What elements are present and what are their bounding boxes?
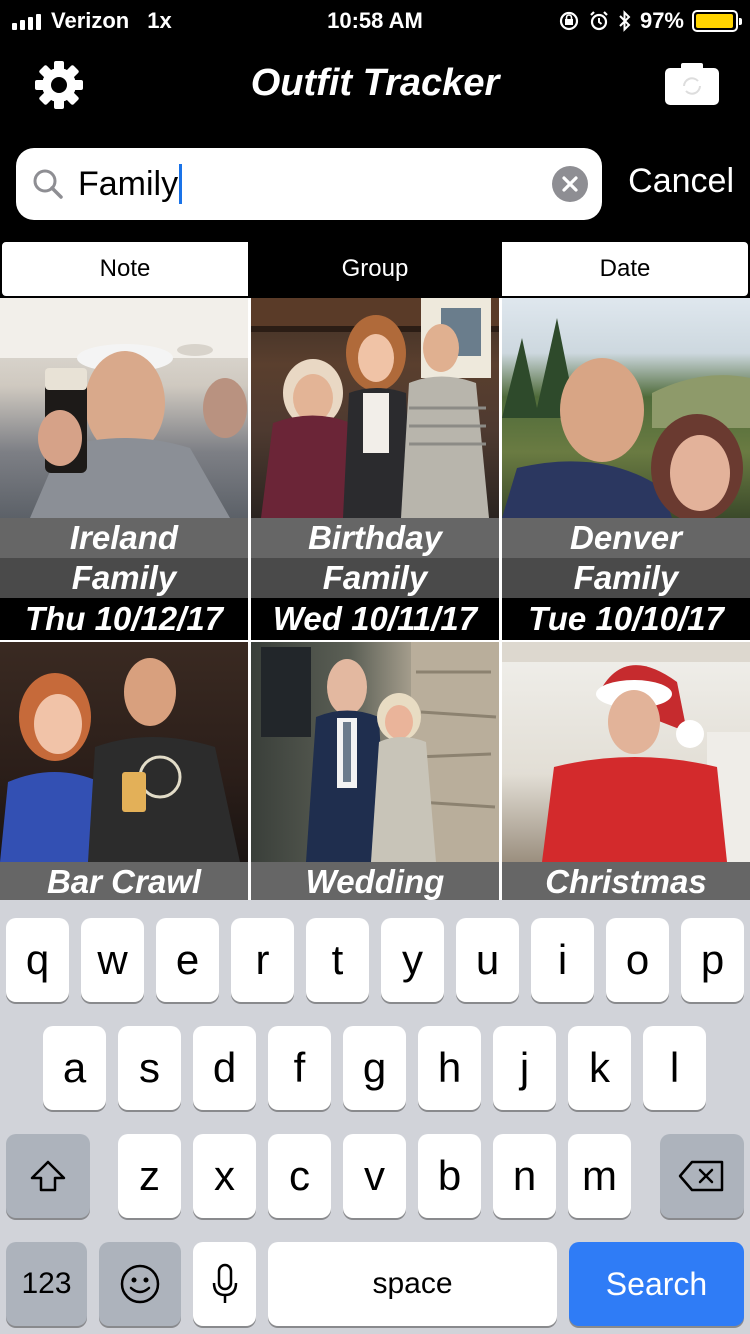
dictation-key[interactable] <box>193 1242 256 1326</box>
outfit-cell[interactable]: Birthday Family Wed 10/11/17 <box>251 298 499 640</box>
outfit-photo <box>502 298 750 518</box>
search-key[interactable]: Search <box>569 1242 744 1326</box>
battery-icon <box>692 10 742 32</box>
outfit-photo <box>0 642 248 862</box>
outfit-note: Christmas <box>502 862 750 900</box>
search-field[interactable]: Family <box>16 148 602 220</box>
search-input-value: Family <box>78 164 179 203</box>
key-h[interactable]: h <box>418 1026 481 1110</box>
alarm-icon <box>590 11 608 31</box>
key-e[interactable]: e <box>156 918 219 1002</box>
key-w[interactable]: w <box>81 918 144 1002</box>
outfit-date: Wed 10/11/17 <box>251 598 499 640</box>
key-c[interactable]: c <box>268 1134 331 1218</box>
outfit-cell[interactable]: Ireland Family Thu 10/12/17 <box>0 298 248 640</box>
outfit-group: Family <box>0 558 248 598</box>
key-y[interactable]: y <box>381 918 444 1002</box>
camera-icon[interactable] <box>664 62 720 106</box>
clear-icon[interactable] <box>552 166 588 202</box>
segment-group[interactable]: Group <box>250 240 500 298</box>
key-v[interactable]: v <box>343 1134 406 1218</box>
status-right: 97% <box>558 8 742 34</box>
backspace-icon <box>678 1160 724 1192</box>
text-cursor <box>179 164 183 204</box>
search-area: Family Cancel <box>0 128 750 240</box>
outfit-note: Birthday <box>251 518 499 558</box>
key-d[interactable]: d <box>193 1026 256 1110</box>
emoji-icon <box>120 1264 160 1304</box>
search-input[interactable]: Family <box>78 162 183 206</box>
battery-fill <box>696 14 733 28</box>
nav-bar: Outfit Tracker <box>0 40 750 128</box>
key-x[interactable]: x <box>193 1134 256 1218</box>
key-p[interactable]: p <box>681 918 744 1002</box>
outfit-cell[interactable]: Bar Crawl <box>0 642 248 900</box>
outfit-cell[interactable]: Christmas <box>502 642 750 900</box>
rotation-lock-icon <box>559 11 579 31</box>
outfit-cell[interactable]: Denver Family Tue 10/10/17 <box>502 298 750 640</box>
outfit-date: Tue 10/10/17 <box>502 598 750 640</box>
key-m[interactable]: m <box>568 1134 631 1218</box>
key-q[interactable]: q <box>6 918 69 1002</box>
delete-key[interactable] <box>660 1134 744 1218</box>
key-g[interactable]: g <box>343 1026 406 1110</box>
numbers-key[interactable]: 123 <box>6 1242 87 1326</box>
outfit-note: Wedding <box>251 862 499 900</box>
outfit-group: Family <box>251 558 499 598</box>
shift-icon <box>30 1160 66 1192</box>
outfit-photo <box>0 298 248 518</box>
key-o[interactable]: o <box>606 918 669 1002</box>
shift-key[interactable] <box>6 1134 90 1218</box>
outfit-date: Thu 10/12/17 <box>0 598 248 640</box>
page-title: Outfit Tracker <box>250 62 500 104</box>
key-t[interactable]: t <box>306 918 369 1002</box>
key-f[interactable]: f <box>268 1026 331 1110</box>
keyboard: q w e r t y u i o p a s d f g h j k l z … <box>0 900 750 1334</box>
key-l[interactable]: l <box>643 1026 706 1110</box>
key-k[interactable]: k <box>568 1026 631 1110</box>
outfit-grid: Ireland Family Thu 10/12/17 Birthday Fam… <box>0 298 750 900</box>
key-u[interactable]: u <box>456 918 519 1002</box>
microphone-icon <box>212 1263 237 1303</box>
key-z[interactable]: z <box>118 1134 181 1218</box>
outfit-note: Ireland <box>0 518 248 558</box>
key-r[interactable]: r <box>231 918 294 1002</box>
key-b[interactable]: b <box>418 1134 481 1218</box>
segment-note[interactable]: Note <box>0 240 250 298</box>
outfit-note: Denver <box>502 518 750 558</box>
outfit-group: Family <box>502 558 750 598</box>
key-s[interactable]: s <box>118 1026 181 1110</box>
status-bar: Verizon 1x 10:58 AM 97% <box>0 0 750 40</box>
outfit-note: Bar Crawl <box>0 862 248 900</box>
key-a[interactable]: a <box>43 1026 106 1110</box>
outfit-photo <box>251 642 499 862</box>
outfit-photo <box>502 642 750 862</box>
outfit-cell[interactable]: Wedding <box>251 642 499 900</box>
key-j[interactable]: j <box>493 1026 556 1110</box>
emoji-key[interactable] <box>99 1242 181 1326</box>
space-key[interactable]: space <box>268 1242 557 1326</box>
key-i[interactable]: i <box>531 918 594 1002</box>
filter-segmented-control: Note Group Date <box>0 240 750 298</box>
search-icon <box>33 169 63 199</box>
segment-date[interactable]: Date <box>500 240 750 298</box>
cancel-button[interactable]: Cancel <box>628 162 734 201</box>
battery-percent: 97% <box>639 8 684 33</box>
bluetooth-icon <box>619 10 631 32</box>
key-n[interactable]: n <box>493 1134 556 1218</box>
outfit-photo <box>251 298 499 518</box>
